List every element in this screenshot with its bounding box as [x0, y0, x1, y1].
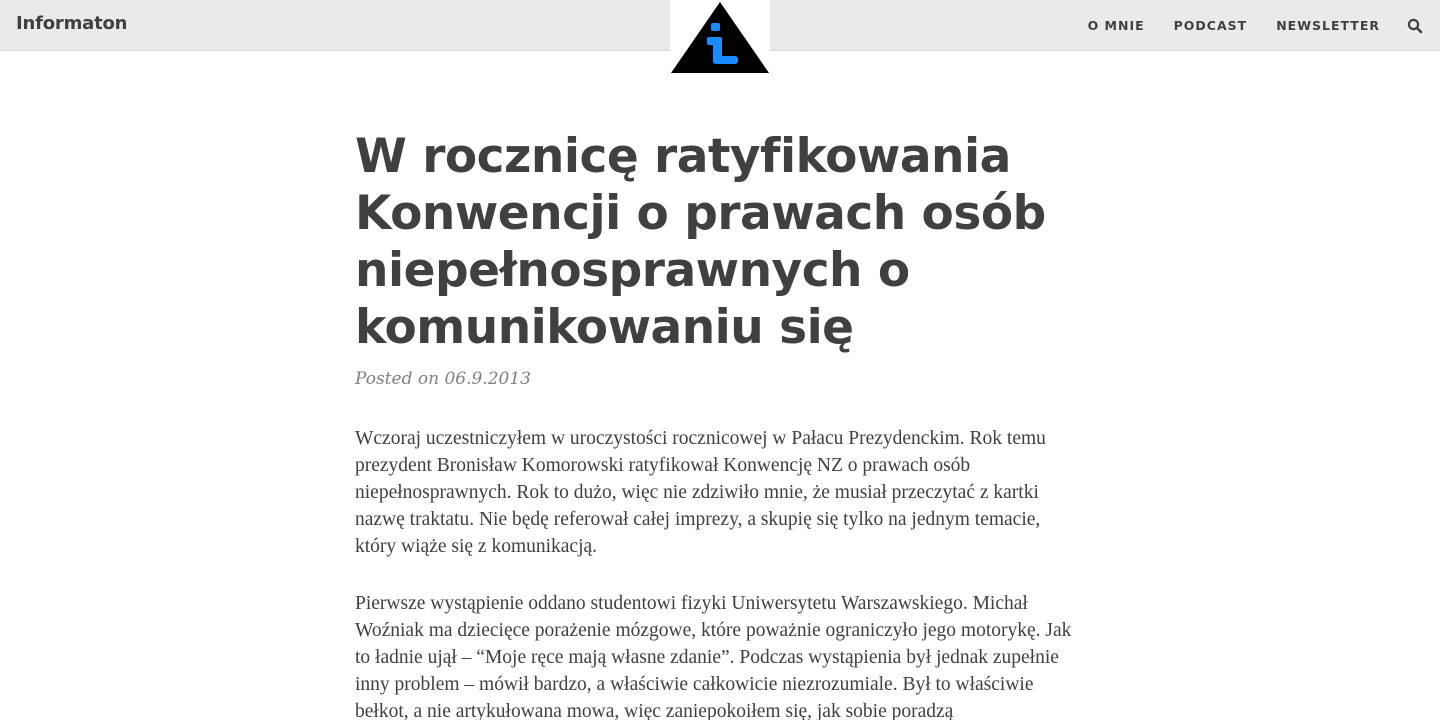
article: W rocznicę ratyfikowania Konwencji o pra…	[355, 128, 1095, 720]
post-date: Posted on 06.9.2013	[355, 369, 531, 389]
article-paragraph: Wczoraj uczestniczyłem w uroczystości ro…	[355, 428, 1046, 557]
info-triangle-icon	[671, 2, 769, 73]
article-paragraph: Pierwsze wystąpienie oddano studentowi f…	[355, 593, 1072, 720]
nav-item-newsletter[interactable]: NEWSLETTER	[1276, 18, 1380, 33]
site-logo[interactable]	[670, 0, 770, 76]
article-title: W rocznicę ratyfikowania Konwencji o pra…	[355, 129, 1046, 355]
search-icon[interactable]	[1407, 18, 1423, 34]
main-nav: O MNIE PODCAST NEWSLETTER	[1059, 0, 1440, 51]
nav-item-o-mnie[interactable]: O MNIE	[1088, 18, 1145, 33]
nav-item-podcast[interactable]: PODCAST	[1174, 18, 1248, 33]
site-brand-link[interactable]: Informaton	[16, 13, 127, 34]
